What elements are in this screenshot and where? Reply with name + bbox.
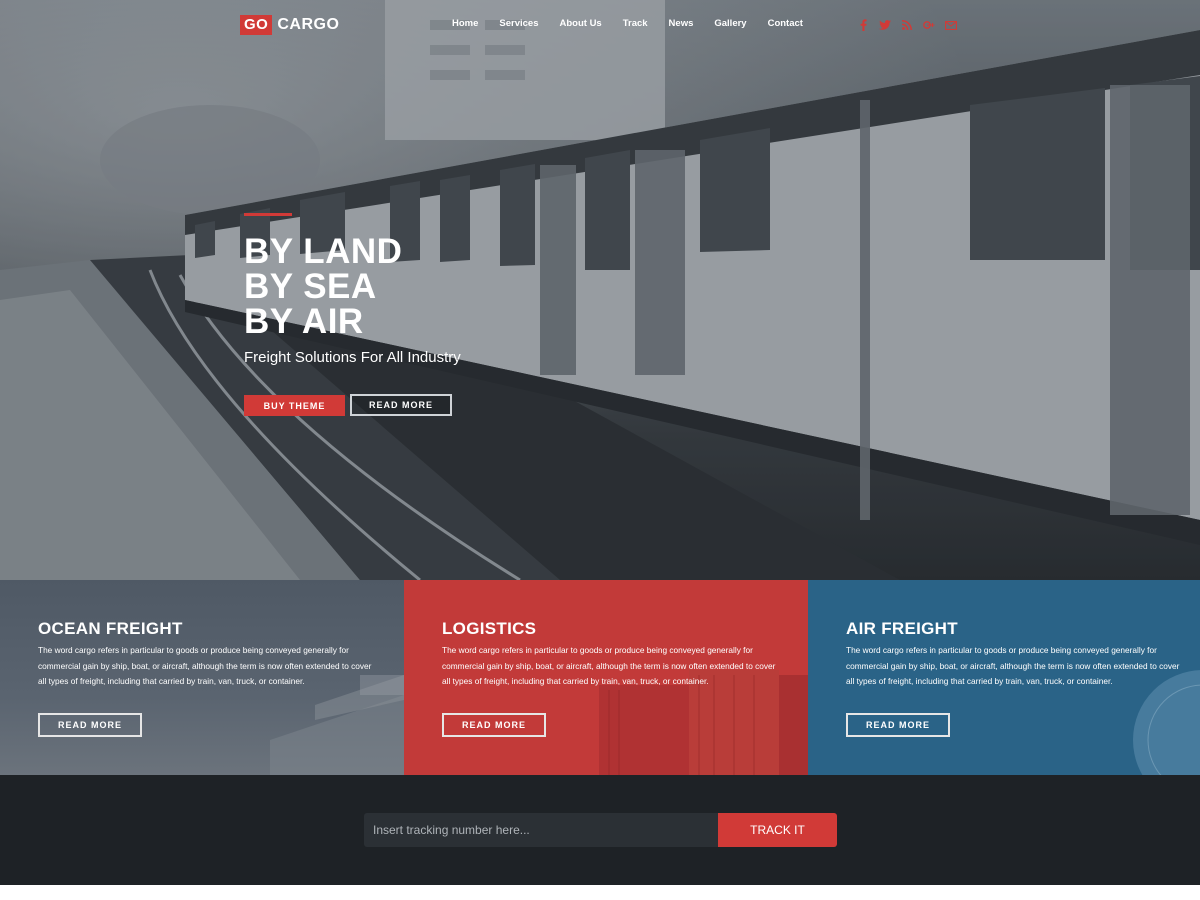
feature-title: LOGISTICS	[442, 619, 537, 638]
ocean-freight-read-more-button[interactable]: READ MORE	[38, 713, 142, 737]
buy-theme-button[interactable]: BUY THEME	[244, 395, 345, 416]
nav-item-contact[interactable]: Contact	[768, 18, 803, 29]
hero-title-line: BY LAND	[244, 232, 403, 271]
logo[interactable]: GO CARGO	[240, 15, 339, 35]
hero-title: BY LAND BY SEA BY AIR	[244, 234, 402, 339]
page-bottom-strip	[0, 885, 1200, 900]
hero-subtitle: Freight Solutions For All Industry	[244, 349, 461, 366]
logo-cargo-text: CARGO	[277, 16, 340, 33]
facebook-icon[interactable]	[857, 18, 869, 32]
nav-item-track[interactable]: Track	[623, 18, 648, 29]
social-links	[857, 18, 967, 32]
google-plus-icon[interactable]	[923, 18, 935, 32]
hero-title-line: BY SEA	[244, 267, 377, 306]
hero-title-line: BY AIR	[244, 302, 364, 341]
feature-title: OCEAN FREIGHT	[38, 619, 183, 638]
feature-logistics: LOGISTICS The word cargo refers in parti…	[404, 580, 808, 775]
feature-text: The word cargo refers in particular to g…	[442, 645, 776, 686]
track-it-button[interactable]: TRACK IT	[718, 813, 837, 847]
air-freight-read-more-button[interactable]: READ MORE	[846, 713, 950, 737]
nav-item-services[interactable]: Services	[499, 18, 538, 29]
feature-text: The word cargo refers in particular to g…	[38, 645, 372, 686]
hero-accent-line	[244, 213, 292, 216]
feature-text: The word cargo refers in particular to g…	[846, 645, 1180, 686]
nav-item-about-us[interactable]: About Us	[560, 18, 602, 29]
logistics-read-more-button[interactable]: READ MORE	[442, 713, 546, 737]
feature-title: AIR FREIGHT	[846, 619, 958, 638]
nav-item-gallery[interactable]: Gallery	[714, 18, 746, 29]
twitter-icon[interactable]	[879, 18, 891, 32]
nav-item-news[interactable]: News	[669, 18, 694, 29]
hero-section: GO CARGO Home Services About Us Track Ne…	[0, 0, 1200, 580]
feature-ocean-freight: OCEAN FREIGHT The word cargo refers in p…	[0, 580, 404, 775]
logo-go-mark: GO	[240, 15, 273, 35]
tracking-section: TRACK IT	[0, 775, 1200, 885]
hero-overlay	[0, 0, 1200, 580]
nav-item-home[interactable]: Home	[452, 18, 478, 29]
feature-air-freight: AIR FREIGHT The word cargo refers in par…	[808, 580, 1200, 775]
mail-icon[interactable]	[945, 18, 957, 32]
main-nav: Home Services About Us Track News Galler…	[452, 18, 824, 29]
tracking-number-input[interactable]	[364, 813, 718, 847]
rss-icon[interactable]	[901, 18, 913, 32]
hero-read-more-button[interactable]: READ MORE	[350, 394, 452, 416]
